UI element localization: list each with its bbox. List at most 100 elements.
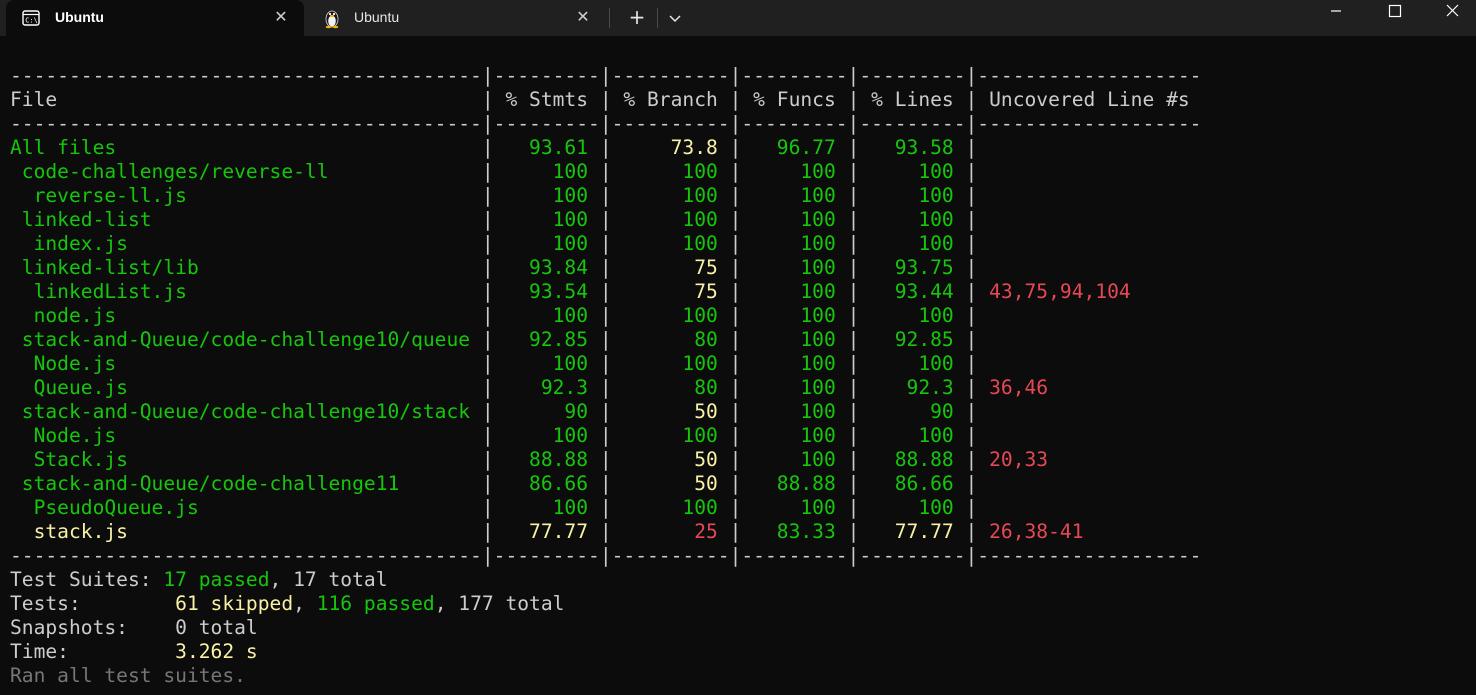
column-divider: |	[599, 208, 612, 231]
column-divider: |	[965, 352, 978, 375]
column-divider: |	[481, 88, 494, 111]
row-uncovered: 43,75,94,104	[977, 280, 1131, 303]
column-divider: |	[847, 496, 860, 519]
row-file: index.js	[10, 232, 482, 255]
minimize-icon[interactable]	[1313, 0, 1359, 28]
tab-close-icon[interactable]: ✕	[272, 9, 290, 27]
column-divider: |	[729, 160, 742, 183]
row-lines: 100	[859, 424, 966, 447]
table-row: linked-list/lib | 93.84 | 75 | 100 | 93.…	[10, 256, 1470, 280]
column-divider: |	[847, 280, 860, 303]
row-branch: 73.8	[611, 136, 730, 159]
column-divider: |	[481, 472, 494, 495]
row-file: stack-and-Queue/code-challenge10/queue	[10, 328, 482, 351]
column-divider: |	[965, 400, 978, 423]
table-row: stack-and-Queue/code-challenge10/queue |…	[10, 328, 1470, 352]
row-lines: 93.58	[859, 136, 966, 159]
row-funcs: 100	[741, 208, 848, 231]
row-funcs: 100	[741, 352, 848, 375]
row-stmts: 100	[493, 160, 600, 183]
column-divider: |	[729, 304, 742, 327]
column-divider: |	[965, 280, 978, 303]
row-funcs: 100	[741, 496, 848, 519]
column-divider: |	[599, 496, 612, 519]
row-stmts: 90	[493, 400, 600, 423]
row-file: Stack.js	[10, 448, 482, 471]
column-divider: |	[847, 208, 860, 231]
summary-skipped: 61 skipped	[175, 592, 294, 615]
table-row: All files | 93.61 | 73.8 | 96.77 | 93.58…	[10, 136, 1470, 160]
summary-ran-all: Ran all test suites.	[10, 664, 246, 687]
linux-penguin-icon	[325, 10, 339, 29]
row-file: Queue.js	[10, 376, 482, 399]
coverage-table: ----------------------------------------…	[10, 64, 1470, 568]
column-divider: |	[481, 256, 494, 279]
header-cell: Uncovered Line #s	[977, 88, 1190, 111]
column-divider: |	[965, 256, 978, 279]
row-uncovered: 36,46	[977, 376, 1049, 399]
chevron-down-icon[interactable]	[664, 5, 686, 31]
row-funcs: 100	[741, 160, 848, 183]
summary-total: 177 total	[458, 592, 565, 615]
column-divider: |	[965, 424, 978, 447]
row-funcs: 100	[741, 376, 848, 399]
column-divider: |	[481, 376, 494, 399]
column-divider: |	[729, 280, 742, 303]
summary-label: Snapshots:	[10, 616, 128, 639]
table-separator: ----------------------------------------…	[10, 64, 1202, 87]
column-divider: |	[729, 400, 742, 423]
row-branch: 100	[611, 352, 730, 375]
tab-ubuntu-2[interactable]: Ubuntu ✕	[314, 0, 606, 36]
column-divider: |	[481, 496, 494, 519]
row-funcs: 100	[741, 232, 848, 255]
table-row: stack-and-Queue/code-challenge10/stack |…	[10, 400, 1470, 424]
column-divider: |	[599, 448, 612, 471]
column-divider: |	[847, 328, 860, 351]
row-funcs: 100	[741, 328, 848, 351]
column-divider: |	[965, 376, 978, 399]
column-divider: |	[965, 304, 978, 327]
row-lines: 86.66	[859, 472, 966, 495]
table-row: index.js | 100 | 100 | 100 | 100 |	[10, 232, 1470, 256]
row-branch: 50	[611, 448, 730, 471]
row-funcs: 100	[741, 280, 848, 303]
row-stmts: 93.61	[493, 136, 600, 159]
column-divider: |	[847, 304, 860, 327]
row-stmts: 100	[493, 232, 600, 255]
table-separator: ----------------------------------------…	[10, 112, 1202, 135]
column-divider: |	[729, 136, 742, 159]
column-divider: |	[599, 376, 612, 399]
column-divider: |	[729, 184, 742, 207]
row-uncovered	[977, 496, 989, 519]
tab-ubuntu-1[interactable]: C:\ Ubuntu ✕	[6, 0, 304, 36]
row-uncovered	[977, 328, 989, 351]
column-divider: |	[599, 328, 612, 351]
row-branch: 25	[611, 520, 730, 543]
column-divider: |	[847, 424, 860, 447]
terminal-output[interactable]: ----------------------------------------…	[10, 64, 1470, 695]
table-row: Node.js | 100 | 100 | 100 | 100 |	[10, 352, 1470, 376]
column-divider: |	[847, 472, 860, 495]
row-branch: 100	[611, 184, 730, 207]
summary-passed: 116 passed	[316, 592, 435, 615]
maximize-icon[interactable]	[1372, 0, 1418, 28]
table-row: reverse-ll.js | 100 | 100 | 100 | 100 |	[10, 184, 1470, 208]
row-file: stack.js	[10, 520, 482, 543]
table-row: stack.js | 77.77 | 25 | 83.33 | 77.77 | …	[10, 520, 1470, 544]
row-file: PseudoQueue.js	[10, 496, 482, 519]
column-divider: |	[965, 472, 978, 495]
summary-label: Tests:	[10, 592, 81, 615]
row-stmts: 92.85	[493, 328, 600, 351]
row-uncovered	[977, 136, 989, 159]
row-lines: 92.3	[859, 376, 966, 399]
tab-close-icon[interactable]: ✕	[574, 9, 592, 27]
table-row: stack-and-Queue/code-challenge11 | 86.66…	[10, 472, 1470, 496]
column-divider: |	[729, 424, 742, 447]
tab-title: Ubuntu	[354, 9, 400, 25]
row-funcs: 100	[741, 304, 848, 327]
new-tab-plus-icon[interactable]: +	[624, 5, 650, 31]
close-icon[interactable]	[1430, 0, 1476, 28]
row-file: reverse-ll.js	[10, 184, 482, 207]
column-divider: |	[481, 136, 494, 159]
summary-snapshots: Snapshots: 0 total	[10, 616, 1470, 640]
